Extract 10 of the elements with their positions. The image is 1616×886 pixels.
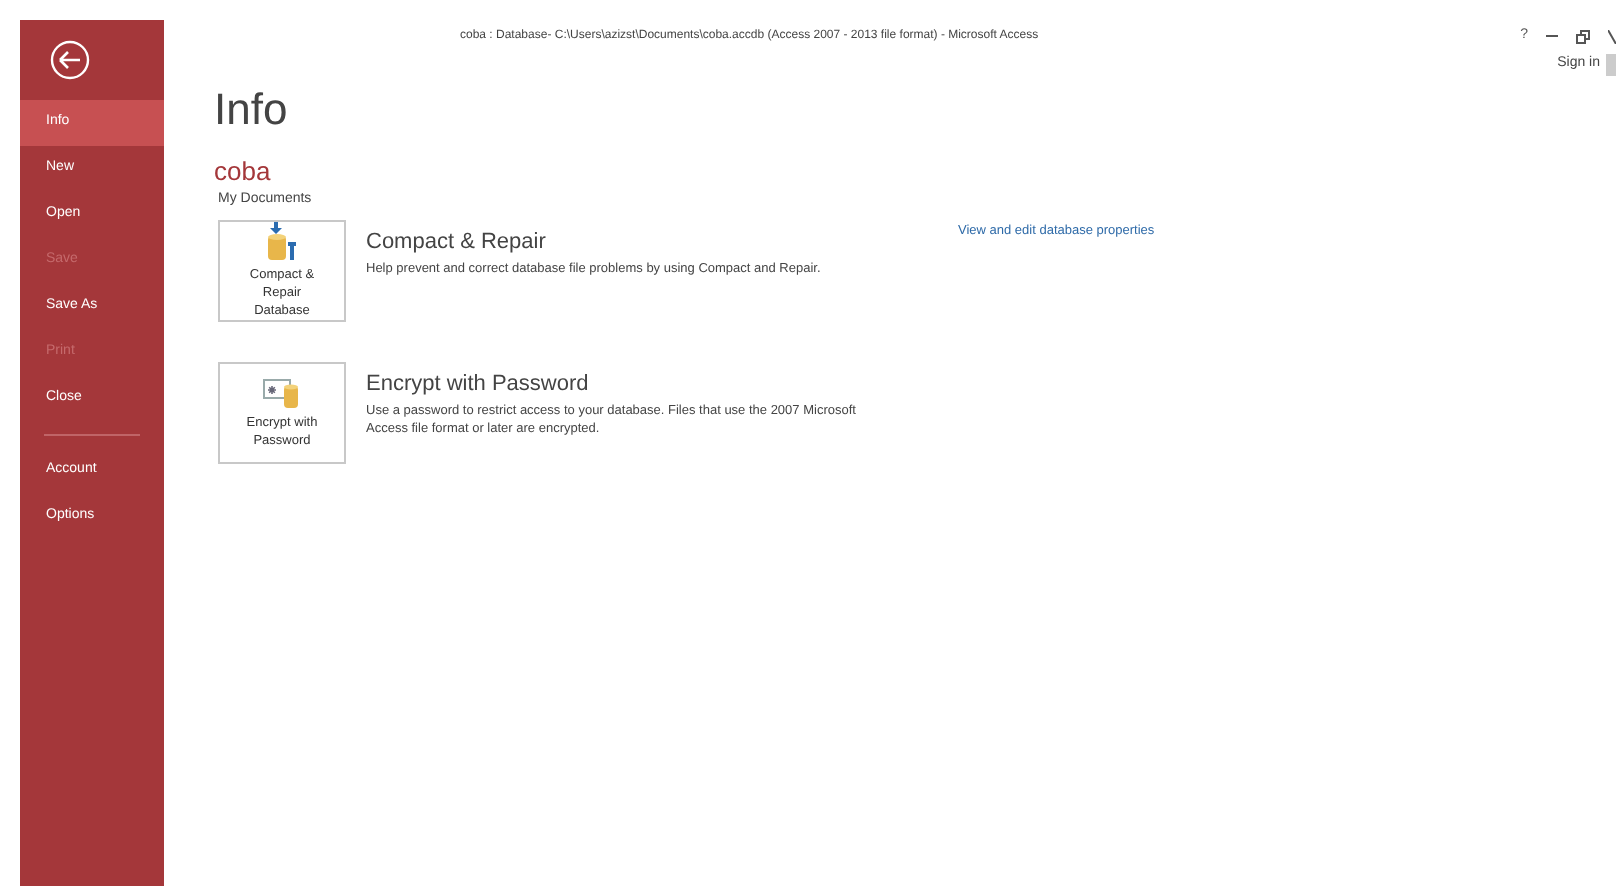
database-repair-icon [266, 221, 298, 261]
close-icon[interactable] [1608, 29, 1616, 44]
minimize-icon[interactable] [1546, 30, 1558, 43]
action-title: Compact & Repair [366, 227, 548, 257]
restore-icon[interactable] [1576, 29, 1590, 44]
action-title: Encrypt with Password [366, 369, 591, 399]
file-name: coba [214, 158, 273, 184]
database-lock-icon [262, 374, 302, 410]
page-title: Info [214, 88, 290, 132]
avatar-icon [1606, 54, 1616, 76]
